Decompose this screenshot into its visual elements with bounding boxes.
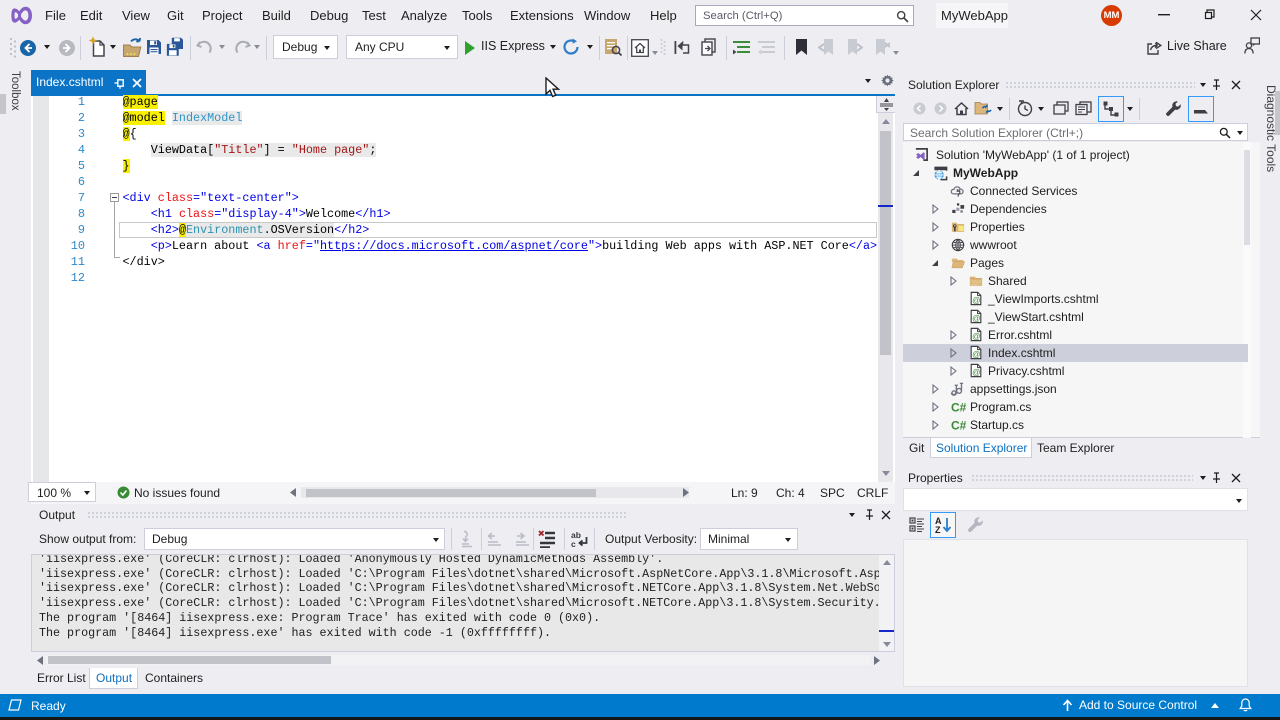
svg-text:Z: Z — [935, 525, 941, 535]
svg-text:c: c — [571, 539, 576, 548]
